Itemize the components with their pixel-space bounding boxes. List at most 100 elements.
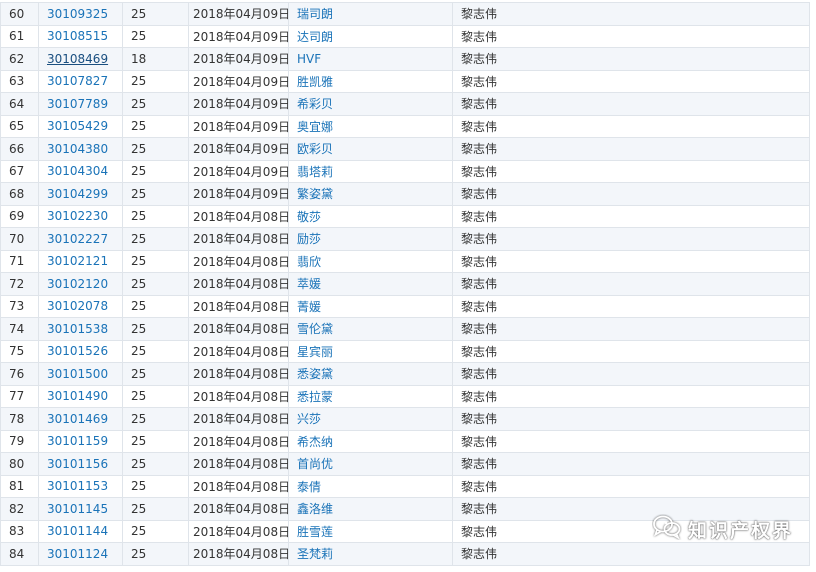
trademark-name-link[interactable]: 首尚优 bbox=[288, 452, 453, 476]
trademark-name-link[interactable]: 达司朗 bbox=[288, 24, 453, 48]
watermark-text: 知识产权界 bbox=[688, 520, 794, 542]
class-cell: 18 bbox=[122, 47, 189, 71]
row-number-cell: 66 bbox=[0, 137, 39, 161]
registration-number-link[interactable]: 30102078 bbox=[38, 294, 123, 318]
trademark-name-link[interactable]: 兴莎 bbox=[288, 407, 453, 431]
trademark-name-link[interactable]: 胜凯雅 bbox=[288, 69, 453, 93]
trademark-name-link[interactable]: 希杰纳 bbox=[288, 429, 453, 453]
registration-number-link[interactable]: 30101526 bbox=[38, 339, 123, 363]
registration-number-link[interactable]: 30108515 bbox=[38, 24, 123, 48]
row-number-cell: 68 bbox=[0, 182, 39, 206]
trademark-name-link[interactable]: 欧彩贝 bbox=[288, 137, 453, 161]
application-date-cell: 2018年04月09日 bbox=[188, 47, 289, 71]
application-date-cell: 2018年04月09日 bbox=[188, 114, 289, 138]
registration-number-link[interactable]: 30101500 bbox=[38, 362, 123, 386]
applicant-cell: 黎志伟 bbox=[452, 294, 810, 318]
table-row: 84 30101124 25 2018年04月08日 圣梵莉 黎志伟 bbox=[0, 542, 810, 566]
trademark-name-link[interactable]: 瑞司朗 bbox=[288, 2, 453, 26]
table-row: 62 30108469 18 2018年04月09日 HVF 黎志伟 bbox=[0, 47, 810, 71]
registration-number-link[interactable]: 30101124 bbox=[38, 542, 123, 566]
trademark-name-link[interactable]: 翡塔莉 bbox=[288, 159, 453, 183]
trademark-name-link[interactable]: 圣梵莉 bbox=[288, 542, 453, 566]
application-date-cell: 2018年04月08日 bbox=[188, 272, 289, 296]
trademark-name-link[interactable]: 敬莎 bbox=[288, 204, 453, 228]
application-date-cell: 2018年04月08日 bbox=[188, 474, 289, 498]
application-date-cell: 2018年04月08日 bbox=[188, 429, 289, 453]
registration-number-link[interactable]: 30104304 bbox=[38, 159, 123, 183]
application-date-cell: 2018年04月08日 bbox=[188, 249, 289, 273]
registration-number-link[interactable]: 30102227 bbox=[38, 227, 123, 251]
registration-number-link[interactable]: 30101156 bbox=[38, 452, 123, 476]
registration-number-link[interactable]: 30101145 bbox=[38, 497, 123, 521]
class-cell: 25 bbox=[122, 24, 189, 48]
registration-number-link[interactable]: 30101538 bbox=[38, 317, 123, 341]
registration-number-link[interactable]: 30102230 bbox=[38, 204, 123, 228]
trademark-name-link[interactable]: 悉姿黛 bbox=[288, 362, 453, 386]
applicant-cell: 黎志伟 bbox=[452, 317, 810, 341]
trademark-name-link[interactable]: HVF bbox=[288, 47, 453, 71]
registration-number-link[interactable]: 30105429 bbox=[38, 114, 123, 138]
table-row: 63 30107827 25 2018年04月09日 胜凯雅 黎志伟 bbox=[0, 69, 810, 93]
trademark-name-link[interactable]: 胜雪莲 bbox=[288, 519, 453, 543]
application-date-cell: 2018年04月08日 bbox=[188, 384, 289, 408]
registration-number-link[interactable]: 30101153 bbox=[38, 474, 123, 498]
row-number-cell: 65 bbox=[0, 114, 39, 138]
trademark-name-link[interactable]: 泰倩 bbox=[288, 474, 453, 498]
registration-number-link[interactable]: 30102120 bbox=[38, 272, 123, 296]
trademark-name-link[interactable]: 希彩贝 bbox=[288, 92, 453, 116]
registration-number-link[interactable]: 30107789 bbox=[38, 92, 123, 116]
table-row: 73 30102078 25 2018年04月08日 菁媛 黎志伟 bbox=[0, 294, 810, 318]
registration-number-link[interactable]: 30102121 bbox=[38, 249, 123, 273]
table-row: 66 30104380 25 2018年04月09日 欧彩贝 黎志伟 bbox=[0, 137, 810, 161]
applicant-cell: 黎志伟 bbox=[452, 384, 810, 408]
row-number-cell: 77 bbox=[0, 384, 39, 408]
trademark-name-link[interactable]: 悉拉蒙 bbox=[288, 384, 453, 408]
trademark-name-link[interactable]: 雪伦黛 bbox=[288, 317, 453, 341]
trademark-name-link[interactable]: 翡欣 bbox=[288, 249, 453, 273]
registration-number-link[interactable]: 30104380 bbox=[38, 137, 123, 161]
trademark-name-link[interactable]: 萃媛 bbox=[288, 272, 453, 296]
row-number-cell: 67 bbox=[0, 159, 39, 183]
applicant-cell: 黎志伟 bbox=[452, 452, 810, 476]
row-number-cell: 81 bbox=[0, 474, 39, 498]
trademark-name-link[interactable]: 菁媛 bbox=[288, 294, 453, 318]
row-number-cell: 82 bbox=[0, 497, 39, 521]
registration-number-link[interactable]: 30101469 bbox=[38, 407, 123, 431]
registration-number-link[interactable]: 30104299 bbox=[38, 182, 123, 206]
registration-number-link[interactable]: 30108469 bbox=[38, 47, 123, 71]
class-cell: 25 bbox=[122, 497, 189, 521]
table-row: 67 30104304 25 2018年04月09日 翡塔莉 黎志伟 bbox=[0, 159, 810, 183]
registration-number-link[interactable]: 30101144 bbox=[38, 519, 123, 543]
table-row: 74 30101538 25 2018年04月08日 雪伦黛 黎志伟 bbox=[0, 317, 810, 341]
trademark-table: 60 30109325 25 2018年04月09日 瑞司朗 黎志伟 61 30108515 2… bbox=[0, 2, 810, 566]
row-number-cell: 78 bbox=[0, 407, 39, 431]
application-date-cell: 2018年04月09日 bbox=[188, 2, 289, 26]
registration-number-link[interactable]: 30101159 bbox=[38, 429, 123, 453]
registration-number-link[interactable]: 30101490 bbox=[38, 384, 123, 408]
applicant-cell: 黎志伟 bbox=[452, 204, 810, 228]
table-row: 78 30101469 25 2018年04月08日 兴莎 黎志伟 bbox=[0, 407, 810, 431]
registration-number-link[interactable]: 30109325 bbox=[38, 2, 123, 26]
application-date-cell: 2018年04月08日 bbox=[188, 317, 289, 341]
trademark-name-link[interactable]: 奥宜娜 bbox=[288, 114, 453, 138]
class-cell: 25 bbox=[122, 384, 189, 408]
trademark-name-link[interactable]: 鑫洛维 bbox=[288, 497, 453, 521]
application-date-cell: 2018年04月08日 bbox=[188, 362, 289, 386]
application-date-cell: 2018年04月08日 bbox=[188, 519, 289, 543]
registration-number-link[interactable]: 30107827 bbox=[38, 69, 123, 93]
applicant-cell: 黎志伟 bbox=[452, 249, 810, 273]
watermark: 知识产权界 bbox=[652, 514, 793, 545]
row-number-cell: 63 bbox=[0, 69, 39, 93]
class-cell: 25 bbox=[122, 294, 189, 318]
trademark-name-link[interactable]: 繁姿黛 bbox=[288, 182, 453, 206]
application-date-cell: 2018年04月09日 bbox=[188, 69, 289, 93]
class-cell: 25 bbox=[122, 249, 189, 273]
applicant-cell: 黎志伟 bbox=[452, 339, 810, 363]
row-number-cell: 61 bbox=[0, 24, 39, 48]
table-row: 75 30101526 25 2018年04月08日 星宾丽 黎志伟 bbox=[0, 339, 810, 363]
trademark-name-link[interactable]: 星宾丽 bbox=[288, 339, 453, 363]
class-cell: 25 bbox=[122, 69, 189, 93]
applicant-cell: 黎志伟 bbox=[452, 182, 810, 206]
trademark-name-link[interactable]: 励莎 bbox=[288, 227, 453, 251]
table-row: 81 30101153 25 2018年04月08日 泰倩 黎志伟 bbox=[0, 474, 810, 498]
